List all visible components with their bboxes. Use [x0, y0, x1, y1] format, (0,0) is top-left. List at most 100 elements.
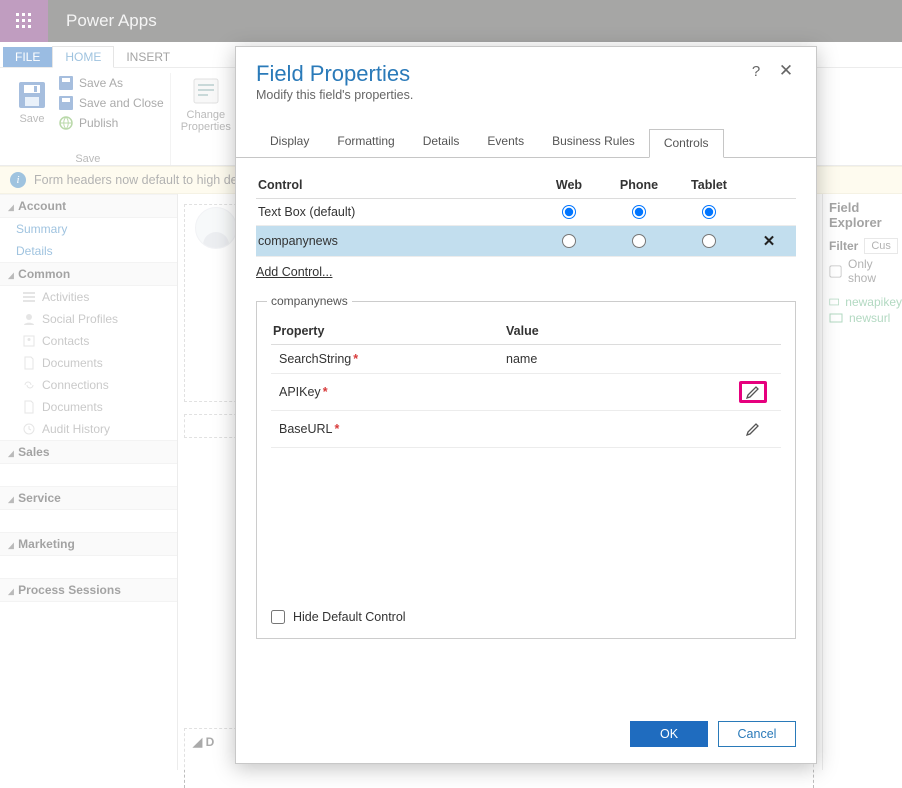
ribbon-tab-home[interactable]: HOME [52, 46, 114, 68]
nav-common-items: Activities Social Profiles Contacts Docu… [0, 286, 177, 440]
radio-textbox-tablet[interactable] [702, 205, 716, 219]
waffle-icon [16, 13, 32, 29]
fieldset-legend: companynews [267, 294, 352, 308]
nav-section-account[interactable]: Account [0, 194, 177, 218]
edit-baseurl-button[interactable] [739, 418, 767, 440]
hide-default-control-row[interactable]: Hide Default Control [271, 610, 781, 624]
publish-button[interactable]: Publish [58, 115, 164, 131]
properties-icon [190, 75, 222, 107]
nav-section-marketing[interactable]: Marketing [0, 532, 177, 556]
close-icon: ✕ [763, 232, 776, 250]
app-launcher-button[interactable] [0, 0, 48, 42]
tab-display[interactable]: Display [256, 128, 323, 157]
document-icon [22, 400, 36, 414]
save-button[interactable]: Save [12, 73, 52, 131]
publish-icon [58, 115, 74, 131]
contact-icon [22, 334, 36, 348]
save-and-close-button[interactable]: Save and Close [58, 95, 164, 111]
radio-companynews-tablet[interactable] [702, 234, 716, 248]
pencil-icon [745, 421, 761, 437]
people-icon [22, 312, 36, 326]
control-col-header: Control [258, 178, 534, 192]
app-title: Power Apps [66, 11, 157, 31]
edit-apikey-button[interactable] [739, 381, 767, 403]
radio-textbox-phone[interactable] [632, 205, 646, 219]
nav-section-sales[interactable]: Sales [0, 440, 177, 464]
dialog-subtitle: Modify this field's properties. [256, 88, 413, 102]
prop-value: name [506, 352, 739, 366]
pencil-icon [745, 384, 761, 400]
save-label: Save [19, 113, 44, 125]
nav-item-social-profiles[interactable]: Social Profiles [0, 308, 177, 330]
nav-item-details[interactable]: Details [0, 240, 177, 262]
info-icon: i [10, 172, 26, 188]
save-as-button[interactable]: Save As [58, 75, 164, 91]
avatar-placeholder [195, 207, 237, 249]
control-properties-fieldset: companynews Property Value SearchString*… [256, 301, 796, 639]
nav-item-audit-history[interactable]: Audit History [0, 418, 177, 440]
radio-companynews-web[interactable] [562, 234, 576, 248]
nav-item-activities[interactable]: Activities [0, 286, 177, 308]
radio-textbox-web[interactable] [562, 205, 576, 219]
control-row-textbox[interactable]: Text Box (default) [256, 199, 796, 226]
only-show-checkbox[interactable] [829, 265, 841, 277]
tab-formatting[interactable]: Formatting [323, 128, 408, 157]
save-close-label: Save and Close [79, 96, 164, 110]
tablet-col-header: Tablet [674, 178, 744, 192]
nav-section-service[interactable]: Service [0, 486, 177, 510]
dialog-tabs: Display Formatting Details Events Busine… [236, 110, 816, 158]
prop-row-searchstring[interactable]: SearchString* name [271, 345, 781, 374]
field-icon [829, 311, 843, 325]
tab-events[interactable]: Events [473, 128, 538, 157]
control-row-name: companynews [258, 234, 534, 248]
tab-details[interactable]: Details [409, 128, 474, 157]
radio-companynews-phone[interactable] [632, 234, 646, 248]
control-row-companynews[interactable]: companynews ✕ [256, 226, 796, 257]
ribbon-group-save: Save Save As Save and Close Publish Save [6, 73, 171, 165]
nav-item-summary[interactable]: Summary [0, 218, 177, 240]
tab-controls[interactable]: Controls [649, 129, 724, 158]
save-icon [16, 79, 48, 111]
publish-label: Publish [79, 116, 118, 130]
nav-item-documents-2[interactable]: Documents [0, 396, 177, 418]
ribbon-tab-insert[interactable]: INSERT [114, 47, 182, 67]
control-row-name: Text Box (default) [258, 205, 534, 219]
help-button[interactable]: ? [746, 61, 766, 81]
ok-button[interactable]: OK [630, 721, 708, 747]
prop-name: BaseURL [279, 422, 333, 436]
link-icon [22, 378, 36, 392]
field-item-newapikey[interactable]: newapikey [829, 294, 902, 310]
cancel-button[interactable]: Cancel [718, 721, 796, 747]
field-explorer-panel: Field Explorer Filter Cus Only show newa… [822, 194, 902, 770]
filter-dropdown[interactable]: Cus [864, 238, 898, 254]
field-properties-dialog: Field Properties Modify this field's pro… [235, 46, 817, 764]
ribbon-tab-file[interactable]: FILE [3, 47, 52, 67]
nav-item-contacts[interactable]: Contacts [0, 330, 177, 352]
prop-name: APIKey [279, 385, 321, 399]
prop-row-baseurl[interactable]: BaseURL* [271, 411, 781, 448]
value-col-header: Value [506, 324, 739, 338]
nav-item-documents-1[interactable]: Documents [0, 352, 177, 374]
add-control-link[interactable]: Add Control... [256, 265, 332, 279]
nav-section-common[interactable]: Common [0, 262, 177, 286]
field-icon [829, 295, 839, 309]
dialog-title: Field Properties [256, 61, 413, 87]
field-item-newsurl[interactable]: newsurl [829, 310, 902, 326]
hide-default-checkbox[interactable] [271, 610, 285, 624]
save-close-icon [58, 95, 74, 111]
field-explorer-title: Field Explorer [829, 200, 902, 230]
change-properties-label: Change Properties [181, 109, 231, 133]
nav-item-connections[interactable]: Connections [0, 374, 177, 396]
tab-business-rules[interactable]: Business Rules [538, 128, 649, 157]
change-properties-button[interactable]: Change Properties [177, 73, 235, 135]
close-button[interactable]: ✕ [776, 61, 796, 81]
prop-row-apikey[interactable]: APIKey* [271, 374, 781, 411]
left-nav: Account Summary Details Common Activitie… [0, 194, 178, 770]
help-icon: ? [752, 63, 760, 80]
nav-section-process-sessions[interactable]: Process Sessions [0, 578, 177, 602]
save-as-label: Save As [79, 76, 123, 90]
only-show-label: Only show [848, 257, 902, 285]
ribbon-group-caption-save: Save [12, 153, 164, 165]
remove-control-button[interactable]: ✕ [744, 232, 794, 250]
history-icon [22, 422, 36, 436]
